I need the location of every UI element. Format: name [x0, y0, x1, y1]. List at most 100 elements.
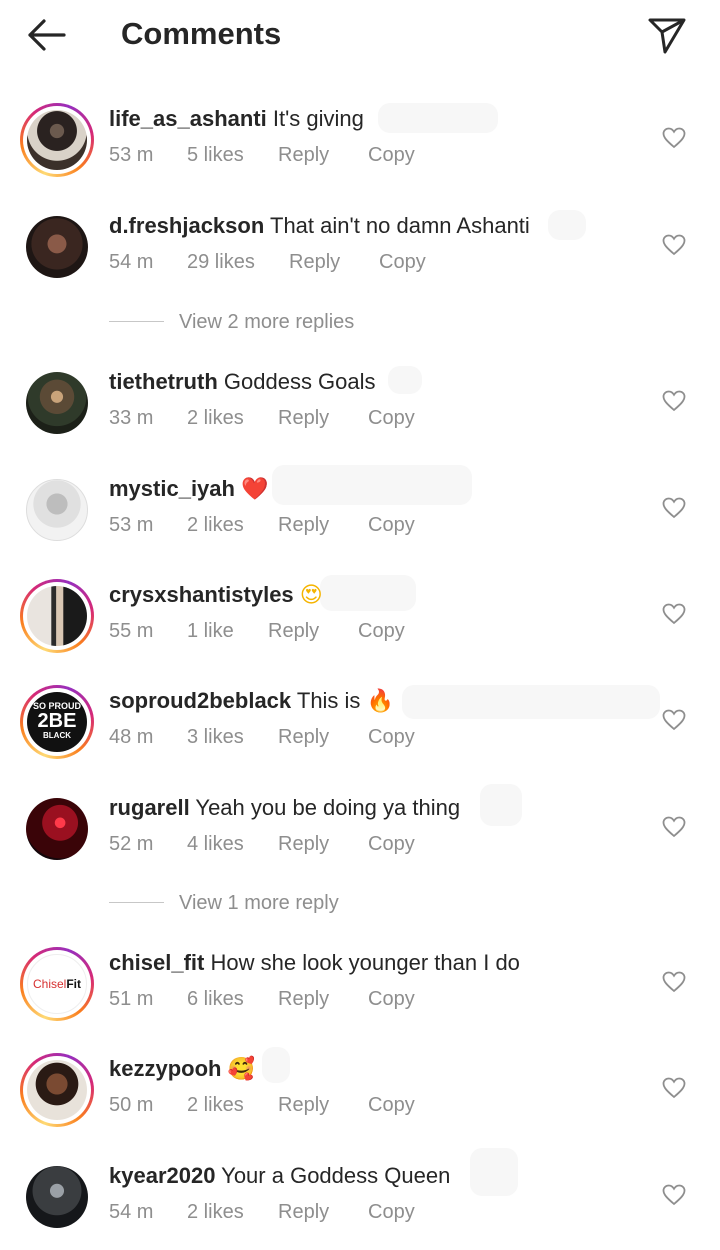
reply-button[interactable]: Reply: [278, 143, 329, 167]
heart-icon[interactable]: [662, 390, 686, 412]
username[interactable]: tiethetruth: [109, 369, 218, 394]
comment-text: Your a Goddess Queen: [221, 1163, 451, 1188]
comment-line: rugarell Yeah you be doing ya thing: [109, 794, 460, 822]
likes-count[interactable]: 1 like: [187, 619, 234, 643]
comment-item: d.freshjackson That ain't no damn Ashant…: [0, 210, 720, 300]
reply-button[interactable]: Reply: [278, 1093, 329, 1117]
blurred-region: [378, 103, 498, 133]
reply-button[interactable]: Reply: [278, 987, 329, 1011]
username[interactable]: crysxshantistyles: [109, 582, 294, 607]
view-more-label[interactable]: View 2 more replies: [179, 309, 354, 335]
likes-count[interactable]: 2 likes: [187, 406, 244, 430]
avatar[interactable]: [20, 1053, 94, 1127]
avatar[interactable]: [20, 473, 94, 547]
likes-count[interactable]: 4 likes: [187, 832, 244, 856]
comment-line: crysxshantistyles 😍: [109, 581, 323, 610]
soproud-logo: SO PROUD 2BE BLACK: [27, 692, 87, 752]
comment-text: That ain't no damn Ashanti: [270, 213, 530, 238]
avatar[interactable]: [20, 210, 94, 284]
comment-text: Yeah you be doing ya thing: [195, 795, 461, 820]
likes-count[interactable]: 6 likes: [187, 987, 244, 1011]
username[interactable]: chisel_fit: [109, 950, 204, 975]
back-arrow-icon[interactable]: [24, 15, 68, 55]
copy-button[interactable]: Copy: [379, 250, 426, 274]
logo-text: Fit: [66, 977, 82, 991]
likes-count[interactable]: 29 likes: [187, 250, 255, 274]
heart-icon[interactable]: [662, 127, 686, 149]
avatar[interactable]: [20, 366, 94, 440]
comment-item: kezzypooh 🥰 50 m 2 likes Reply Copy: [0, 1047, 720, 1143]
timestamp: 54 m: [109, 1201, 154, 1223]
avatar[interactable]: [20, 1160, 94, 1234]
view-more-label[interactable]: View 1 more reply: [179, 890, 339, 916]
heart-icon[interactable]: [662, 234, 686, 256]
copy-button[interactable]: Copy: [368, 725, 415, 749]
copy-button[interactable]: Copy: [368, 513, 415, 537]
send-icon[interactable]: [645, 12, 689, 56]
logo-text: Chisel: [32, 977, 67, 991]
reply-button[interactable]: Reply: [268, 619, 319, 643]
logo-text: 2BE: [37, 710, 77, 732]
likes-count[interactable]: 2 likes: [187, 1200, 244, 1224]
comment-text: It's giving: [272, 106, 364, 131]
reply-button[interactable]: Reply: [289, 250, 340, 274]
avatar[interactable]: ChiselFit: [20, 947, 94, 1021]
header: Comments: [0, 0, 720, 70]
avatar[interactable]: [20, 792, 94, 866]
copy-button[interactable]: Copy: [368, 143, 415, 167]
copy-button[interactable]: Copy: [368, 832, 415, 856]
view-more-replies[interactable]: View 1 more reply: [109, 890, 509, 916]
reply-button[interactable]: Reply: [278, 406, 329, 430]
comment-text: How she look younger than I do: [210, 950, 520, 975]
username[interactable]: soproud2beblack: [109, 688, 291, 713]
likes-count[interactable]: 2 likes: [187, 513, 244, 537]
comment-text: 🥰: [227, 1057, 255, 1082]
reply-button[interactable]: Reply: [278, 832, 329, 856]
avatar[interactable]: [20, 103, 94, 177]
reply-button[interactable]: Reply: [278, 513, 329, 537]
timestamp: 54 m: [109, 251, 154, 273]
copy-button[interactable]: Copy: [368, 1093, 415, 1117]
heart-icon[interactable]: [662, 1077, 686, 1099]
avatar[interactable]: [20, 579, 94, 653]
blurred-region: [480, 784, 522, 826]
comment-line: tiethetruth Goddess Goals: [109, 368, 376, 396]
username[interactable]: rugarell: [109, 795, 190, 820]
reply-button[interactable]: Reply: [278, 725, 329, 749]
comment-item: kyear2020 Your a Goddess Queen 54 m 2 li…: [0, 1148, 720, 1250]
comment-line: soproud2beblack This is 🔥: [109, 687, 394, 715]
heart-icon[interactable]: [662, 603, 686, 625]
heart-icon[interactable]: [662, 497, 686, 519]
copy-button[interactable]: Copy: [358, 619, 405, 643]
username[interactable]: mystic_iyah: [109, 476, 235, 501]
comment-item: tiethetruth Goddess Goals 33 m 2 likes R…: [0, 366, 720, 456]
likes-count[interactable]: 3 likes: [187, 725, 244, 749]
divider: [109, 321, 164, 322]
heart-icon[interactable]: [662, 816, 686, 838]
username[interactable]: kezzypooh: [109, 1056, 221, 1081]
comment-text: 😍: [299, 583, 323, 608]
view-more-replies[interactable]: View 2 more replies: [109, 309, 509, 335]
likes-count[interactable]: 2 likes: [187, 1093, 244, 1117]
reply-button[interactable]: Reply: [278, 1200, 329, 1224]
copy-button[interactable]: Copy: [368, 406, 415, 430]
heart-icon[interactable]: [662, 971, 686, 993]
avatar[interactable]: SO PROUD 2BE BLACK: [20, 685, 94, 759]
username[interactable]: d.freshjackson: [109, 213, 264, 238]
username[interactable]: life_as_ashanti: [109, 106, 267, 131]
username[interactable]: kyear2020: [109, 1163, 215, 1188]
copy-button[interactable]: Copy: [368, 987, 415, 1011]
blurred-region: [272, 465, 472, 505]
heart-icon[interactable]: [662, 1184, 686, 1206]
comment-line: mystic_iyah ❤️: [109, 475, 269, 504]
blurred-region: [388, 366, 422, 394]
comment-line: life_as_ashanti It's giving: [109, 105, 364, 133]
timestamp: 50 m: [109, 1094, 154, 1116]
heart-icon[interactable]: [662, 709, 686, 731]
comment-item: mystic_iyah ❤️ 53 m 2 likes Reply Copy: [0, 465, 720, 563]
copy-button[interactable]: Copy: [368, 1200, 415, 1224]
likes-count[interactable]: 5 likes: [187, 143, 244, 167]
comment-item: crysxshantistyles 😍 55 m 1 like Reply Co…: [0, 575, 720, 669]
comment-item: rugarell Yeah you be doing ya thing 52 m…: [0, 784, 720, 882]
comment-text: This is 🔥: [296, 688, 394, 713]
